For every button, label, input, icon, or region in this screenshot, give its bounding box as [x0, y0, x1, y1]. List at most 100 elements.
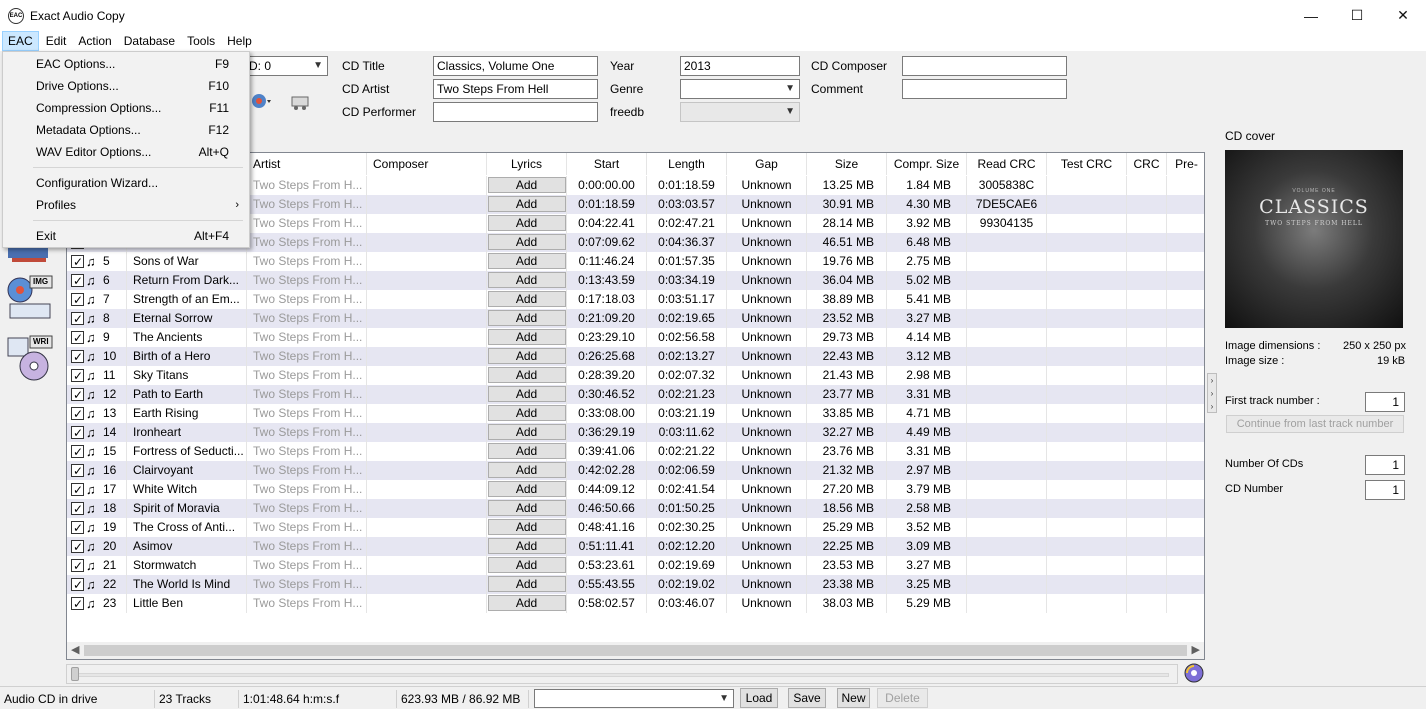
track-composer[interactable]	[367, 176, 487, 195]
track-checkbox[interactable]	[71, 329, 84, 347]
track-select-cell[interactable]: ♫9	[67, 328, 127, 347]
col-pre[interactable]: Pre-	[1167, 153, 1204, 175]
track-checkbox[interactable]	[71, 348, 84, 366]
track-composer[interactable]	[367, 480, 487, 499]
track-artist[interactable]: Two Steps From H...	[247, 290, 367, 309]
table-row[interactable]: ♫8Eternal SorrowTwo Steps From H...Add0:…	[67, 309, 1204, 328]
year-field[interactable]: 2013	[680, 56, 800, 76]
track-artist[interactable]: Two Steps From H...	[247, 461, 367, 480]
new-button[interactable]: New	[837, 688, 870, 708]
cd-title-field[interactable]: Classics, Volume One	[433, 56, 598, 76]
track-select-cell[interactable]: ♫ 20	[67, 537, 127, 556]
slider-thumb[interactable]	[71, 667, 79, 681]
col-artist[interactable]: Artist	[247, 153, 367, 175]
track-select-cell[interactable]: ♫6	[67, 271, 127, 290]
track-title[interactable]: Stormwatch	[127, 556, 247, 575]
track-checkbox[interactable]	[71, 405, 84, 423]
col-compr-size[interactable]: Compr. Size	[887, 153, 967, 175]
track-artist[interactable]: Two Steps From H...	[247, 537, 367, 556]
track-select-cell[interactable]: ♫ 22	[67, 575, 127, 594]
copy-image-icon[interactable]: IMG	[6, 274, 56, 319]
track-title[interactable]: Spirit of Moravia	[127, 499, 247, 518]
close-button[interactable]: ✕	[1380, 0, 1426, 31]
track-title[interactable]: White Witch	[127, 480, 247, 499]
table-row[interactable]: ♫ 13 Earth RisingTwo Steps From H... Add0:3…	[67, 404, 1204, 423]
track-title[interactable]: Path to Earth	[127, 385, 247, 404]
menu-database[interactable]: Database	[119, 31, 180, 51]
track-title[interactable]: Sons of War	[127, 252, 247, 271]
table-row[interactable]: ♫ 20 AsimovTwo Steps From H... Add0:51:11.4…	[67, 537, 1204, 556]
table-row[interactable]: ♫6Return From Dark...Two Steps From H...…	[67, 271, 1204, 290]
track-composer[interactable]	[367, 518, 487, 537]
track-composer[interactable]	[367, 233, 487, 252]
track-composer[interactable]	[367, 556, 487, 575]
track-select-cell[interactable]: ♫ 13	[67, 404, 127, 423]
track-composer[interactable]	[367, 328, 487, 347]
add-lyrics-button[interactable]: Add	[487, 348, 566, 364]
add-lyrics-button[interactable]: Add	[487, 196, 566, 212]
write-cd-icon[interactable]: WRI	[6, 334, 56, 381]
table-row[interactable]: ♫ 22 The World Is MindTwo Steps From H... A…	[67, 575, 1204, 594]
add-lyrics-button[interactable]: Add	[487, 291, 566, 307]
track-artist[interactable]: Two Steps From H...	[247, 594, 367, 613]
track-checkbox[interactable]	[71, 443, 84, 461]
track-title[interactable]: The Ancients	[127, 328, 247, 347]
add-lyrics-button[interactable]: Add	[487, 557, 566, 573]
menu-exit[interactable]: Exit Alt+F4	[3, 225, 249, 247]
track-title[interactable]: Return From Dark...	[127, 271, 247, 290]
track-title[interactable]: The Cross of Anti...	[127, 518, 247, 537]
table-row[interactable]: ♫ 10 Birth of a HeroTwo Steps From H... Add…	[67, 347, 1204, 366]
track-composer[interactable]	[367, 404, 487, 423]
track-artist[interactable]: Two Steps From H...	[247, 233, 367, 252]
add-lyrics-button[interactable]: Add	[487, 443, 566, 459]
track-composer[interactable]	[367, 442, 487, 461]
add-lyrics-button[interactable]: Add	[487, 595, 566, 611]
track-select-cell[interactable]: ♫ 14	[67, 423, 127, 442]
menu-drive-options[interactable]: Drive Options... F10	[3, 75, 249, 97]
collapse-panel-button[interactable]: › › ›	[1207, 373, 1217, 413]
add-lyrics-button[interactable]: Add	[487, 405, 566, 421]
cd-status-icon[interactable]	[1183, 662, 1205, 684]
maximize-button[interactable]: ☐	[1334, 0, 1380, 31]
track-checkbox[interactable]	[71, 272, 84, 290]
table-row[interactable]: ♫ 11 Sky TitansTwo Steps From H... Add0:28:…	[67, 366, 1204, 385]
track-artist[interactable]: Two Steps From H...	[247, 309, 367, 328]
track-select-cell[interactable]: ♫5	[67, 252, 127, 271]
add-lyrics-button[interactable]: Add	[487, 576, 566, 592]
freedb-select[interactable]: ▼	[680, 102, 800, 122]
track-composer[interactable]	[367, 385, 487, 404]
menu-configuration-wizard[interactable]: Configuration Wizard...	[3, 172, 249, 194]
track-select-cell[interactable]: ♫ 23	[67, 594, 127, 613]
add-lyrics-button[interactable]: Add	[487, 253, 566, 269]
track-composer[interactable]	[367, 366, 487, 385]
track-title[interactable]: Sky Titans	[127, 366, 247, 385]
drive-speed-icon[interactable]	[290, 92, 310, 110]
track-artist[interactable]: Two Steps From H...	[247, 385, 367, 404]
track-composer[interactable]	[367, 347, 487, 366]
track-select-cell[interactable]: ♫ 12	[67, 385, 127, 404]
menu-eac-options[interactable]: EAC Options... F9	[3, 53, 249, 75]
cd-cover-image[interactable]: VOLUME ONE CLASSICS TWO STEPS FROM HELL	[1225, 150, 1403, 328]
table-row[interactable]: ♫ 14 IronheartTwo Steps From H... Add0:36:2…	[67, 423, 1204, 442]
track-composer[interactable]	[367, 423, 487, 442]
track-select-cell[interactable]: ♫ 16	[67, 461, 127, 480]
track-checkbox[interactable]	[71, 576, 84, 594]
track-artist[interactable]: Two Steps From H...	[247, 442, 367, 461]
col-length[interactable]: Length	[647, 153, 727, 175]
track-title[interactable]: Birth of a Hero	[127, 347, 247, 366]
menu-action[interactable]: Action	[73, 31, 116, 51]
table-row[interactable]: ♫ 21 StormwatchTwo Steps From H... Add0:53:…	[67, 556, 1204, 575]
track-artist[interactable]: Two Steps From H...	[247, 556, 367, 575]
menu-eac[interactable]: EAC	[2, 31, 39, 51]
track-artist[interactable]: Two Steps From H...	[247, 195, 367, 214]
cd-artist-field[interactable]: Two Steps From Hell	[433, 79, 598, 99]
table-row[interactable]: ♫ 18 Spirit of MoraviaTwo Steps From H... A…	[67, 499, 1204, 518]
track-checkbox[interactable]	[71, 253, 84, 271]
table-row[interactable]: ♫ 15 Fortress of Seducti...Two Steps From …	[67, 442, 1204, 461]
load-button[interactable]: Load	[740, 688, 778, 708]
col-composer[interactable]: Composer	[367, 153, 487, 175]
profile-select[interactable]: ▼	[534, 689, 734, 708]
menu-wav-editor-options[interactable]: WAV Editor Options... Alt+Q	[3, 141, 249, 163]
add-lyrics-button[interactable]: Add	[487, 310, 566, 326]
add-lyrics-button[interactable]: Add	[487, 424, 566, 440]
